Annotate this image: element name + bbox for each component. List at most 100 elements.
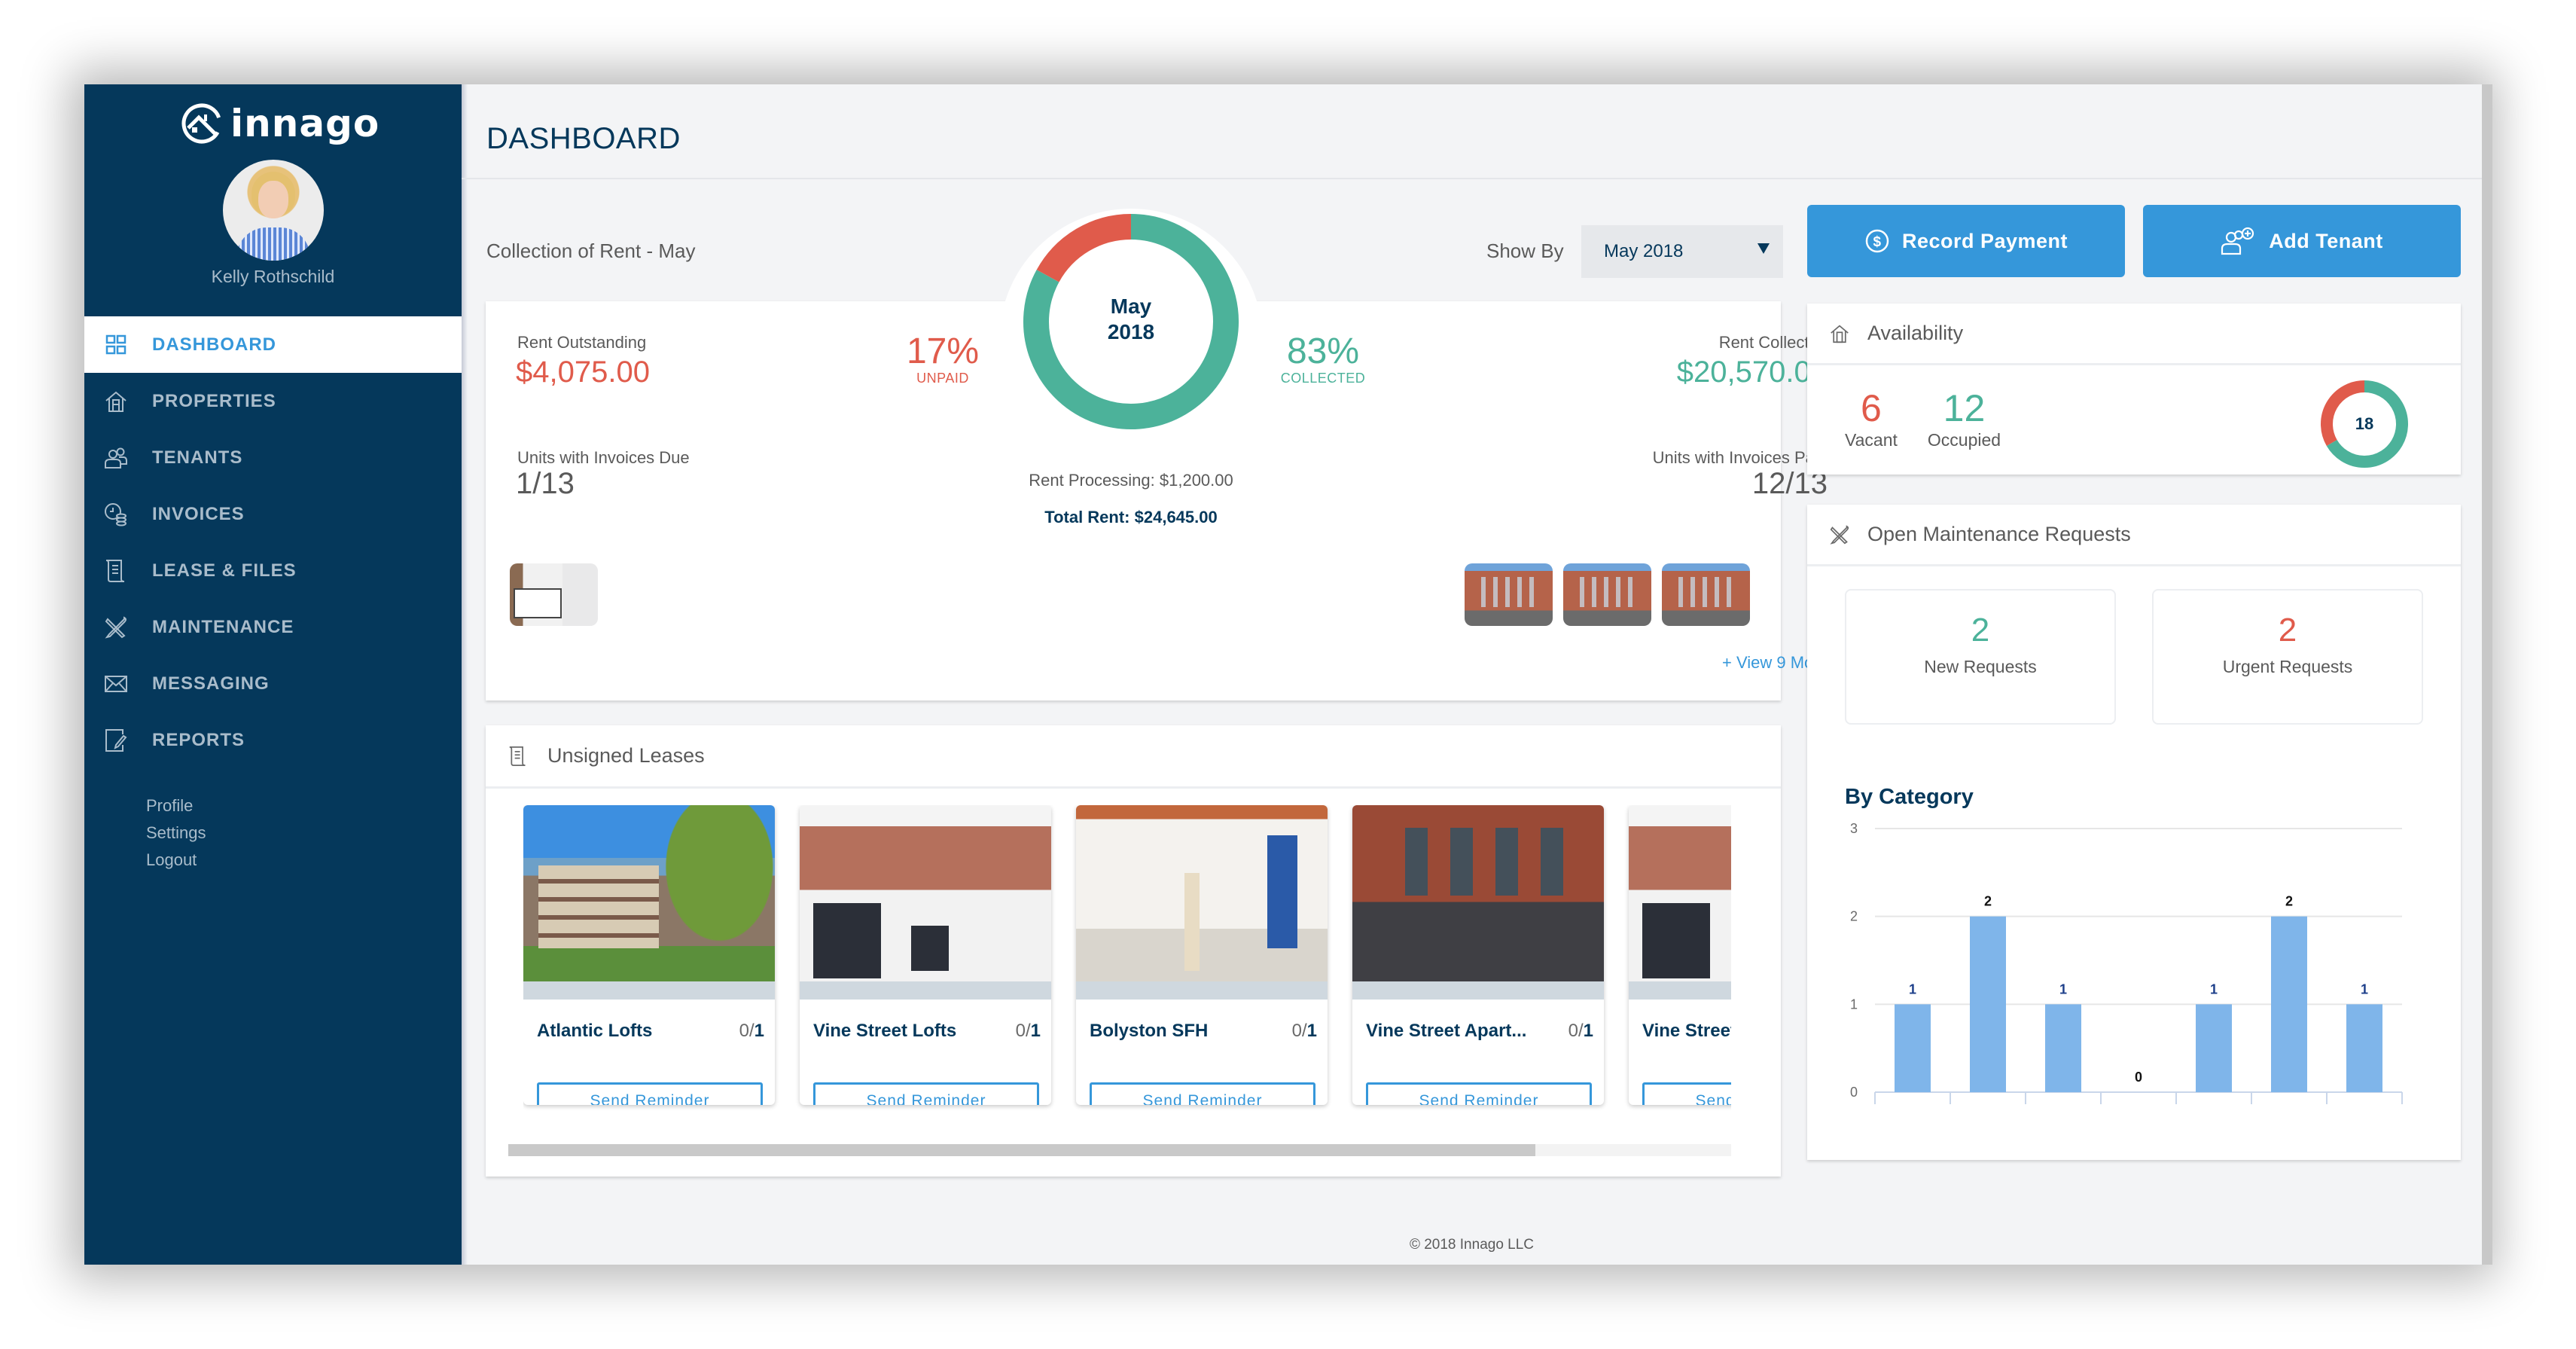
vacant-stat[interactable]: 6 Vacant — [1845, 386, 1898, 450]
property-name: Bolyston SFH — [1090, 1021, 1209, 1041]
sidebar-item-properties[interactable]: PROPERTIES — [84, 373, 462, 429]
paid-unit-thumbnail[interactable] — [1662, 563, 1750, 626]
availability-title: Availability — [1867, 322, 1964, 344]
send-reminder-button[interactable]: Send Reminder — [813, 1082, 1039, 1105]
maintenance-header: Open Maintenance Requests — [1807, 505, 2461, 566]
sidebar-item-label: MAINTENANCE — [152, 616, 294, 637]
paid-unit-thumbnail[interactable] — [1465, 563, 1553, 626]
collected-percent-value: 83% — [1286, 331, 1360, 371]
invoices-due-label: Units with Invoices Due — [517, 448, 690, 467]
invoices-paid-label: Units with Invoices Paid — [1652, 448, 1828, 467]
send-reminder-button[interactable]: Send Reminder — [1090, 1082, 1315, 1105]
lease-card[interactable]: Atlantic Lofts 0/1 Send Reminder — [523, 805, 775, 1105]
occupied-stat[interactable]: 12 Occupied — [1928, 386, 2001, 450]
sidebar-item-lease-files[interactable]: LEASE & FILES — [84, 542, 462, 599]
show-by-select[interactable]: May 2018 — [1581, 225, 1783, 278]
sidebar-divider — [462, 84, 468, 1265]
scroll-icon — [509, 746, 526, 766]
signed-value: 0 — [739, 1021, 749, 1041]
donut-slice-unpaid — [1036, 214, 1132, 282]
bar-value-label: 1 — [1909, 981, 1916, 996]
total-value: 1 — [1030, 1021, 1041, 1041]
property-photo — [800, 805, 1051, 981]
rent-outstanding-label: Rent Outstanding — [517, 333, 647, 352]
bar — [2346, 1004, 2382, 1092]
availability-panel: Availability 6 Vacant 12 Occupied 18 — [1807, 304, 2461, 475]
user-avatar[interactable] — [223, 160, 324, 261]
total-units: 18 — [2355, 414, 2374, 433]
sidebar: innago Kelly Rothschild DASHBOARD PROPER… — [84, 84, 462, 1265]
property-name: Atlantic Lofts — [537, 1021, 653, 1041]
sidebar-item-messaging[interactable]: MESSAGING — [84, 655, 462, 712]
add-tenant-button[interactable]: Add Tenant — [2143, 205, 2461, 277]
app-window: innago Kelly Rothschild DASHBOARD PROPER… — [84, 84, 2482, 1265]
lease-carousel[interactable]: Atlantic Lofts 0/1 Send Reminder Vine St… — [523, 805, 1731, 1122]
availability-stats: 6 Vacant 12 Occupied — [1845, 386, 2001, 450]
users-icon — [104, 446, 128, 470]
house-icon — [1831, 324, 1849, 343]
new-requests-box[interactable]: 2 New Requests — [1845, 589, 2116, 725]
property-name: Vine Street Apart... — [1366, 1021, 1527, 1041]
signed-count: 0/1 — [1568, 1021, 1593, 1041]
category-bar-chart: 0 1 2 3 1 2 1 0 1 2 1 — [1850, 821, 2403, 1104]
send-reminder-button[interactable]: Send Reminder — [1642, 1082, 1731, 1105]
total-value: 1 — [1583, 1021, 1593, 1041]
avatar-face — [258, 181, 288, 218]
sidebar-item-label: TENANTS — [152, 447, 243, 468]
sidebar-item-maintenance[interactable]: MAINTENANCE — [84, 599, 462, 655]
rent-section-label: Collection of Rent - May — [486, 240, 696, 262]
send-reminder-button[interactable]: Send Reminder — [1366, 1082, 1592, 1105]
property-name: Vine Street Lofts — [813, 1021, 957, 1041]
avatar-shirt — [236, 227, 310, 261]
header-divider — [462, 178, 2482, 179]
y-tick-label: 0 — [1850, 1085, 1858, 1100]
urgent-requests-label: Urgent Requests — [2222, 657, 2353, 676]
lease-card[interactable]: Vine Street Lofts 0/1 Send Reminder — [800, 805, 1051, 1105]
unpaid-caption: UNPAID — [916, 371, 969, 386]
lease-scrollbar-thumb[interactable] — [508, 1144, 1536, 1156]
sidebar-item-invoices[interactable]: INVOICES — [84, 486, 462, 542]
record-payment-button[interactable]: $ Record Payment — [1807, 205, 2125, 277]
sidebar-item-label: INVOICES — [152, 503, 245, 524]
record-payment-label: Record Payment — [1901, 229, 2068, 252]
lease-card[interactable]: Vine Street Apart... 0/1 Send Reminder — [1352, 805, 1604, 1105]
property-photo — [523, 805, 775, 981]
lease-card[interactable]: Bolyston SFH 0/1 Send Reminder — [1076, 805, 1328, 1105]
sidebar-item-tenants[interactable]: TENANTS — [84, 429, 462, 486]
y-tick-label: 3 — [1850, 821, 1858, 836]
profile-link[interactable]: Profile — [146, 792, 206, 819]
logout-link[interactable]: Logout — [146, 847, 206, 874]
bar — [2271, 916, 2307, 1092]
footer-copyright: © 2018 Innago LLC — [1409, 1237, 1535, 1253]
bar-value-label: 1 — [2210, 981, 2218, 996]
urgent-requests-box[interactable]: 2 Urgent Requests — [2152, 589, 2423, 725]
lease-scrollbar[interactable] — [508, 1144, 1731, 1156]
sidebar-item-dashboard[interactable]: DASHBOARD — [84, 316, 462, 373]
total-value: 1 — [1306, 1021, 1317, 1041]
bar-value-label: 1 — [2361, 981, 2368, 996]
property-name: Vine Street Lofts — [1642, 1021, 1731, 1041]
bar-value-label: 2 — [2285, 894, 2293, 909]
account-links: Profile Settings Logout — [146, 792, 206, 874]
lease-card[interactable]: Vine Street Lofts 0/1 Send Reminder — [1629, 805, 1731, 1105]
frame-edge — [2482, 84, 2492, 1265]
paid-unit-thumbnail[interactable] — [1563, 563, 1651, 626]
unpaid-percent: 17% UNPAID — [883, 333, 1003, 386]
sidebar-item-label: MESSAGING — [152, 673, 270, 694]
total-rent: Total Rent: $24,645.00 — [1044, 508, 1218, 526]
brand-logo[interactable]: innago — [181, 101, 380, 146]
donut-center-label: May 2018 — [1022, 294, 1240, 345]
new-requests-count: 2 — [1971, 612, 1990, 649]
sidebar-item-label: DASHBOARD — [152, 334, 276, 355]
sidebar-item-label: PROPERTIES — [152, 390, 276, 411]
show-by-label: Show By — [1486, 240, 1564, 262]
sidebar-item-label: REPORTS — [152, 729, 245, 750]
sidebar-item-reports[interactable]: REPORTS — [84, 712, 462, 768]
maintenance-panel: Open Maintenance Requests 2 New Requests… — [1807, 505, 2461, 1160]
send-reminder-button[interactable]: Send Reminder — [537, 1082, 763, 1105]
unpaid-unit-thumbnail[interactable] — [510, 563, 598, 626]
vacant-count: 6 — [1861, 387, 1882, 429]
settings-link[interactable]: Settings — [146, 819, 206, 847]
brand-name: innago — [230, 102, 380, 145]
rent-outstanding-value: $4,075.00 — [516, 356, 650, 389]
